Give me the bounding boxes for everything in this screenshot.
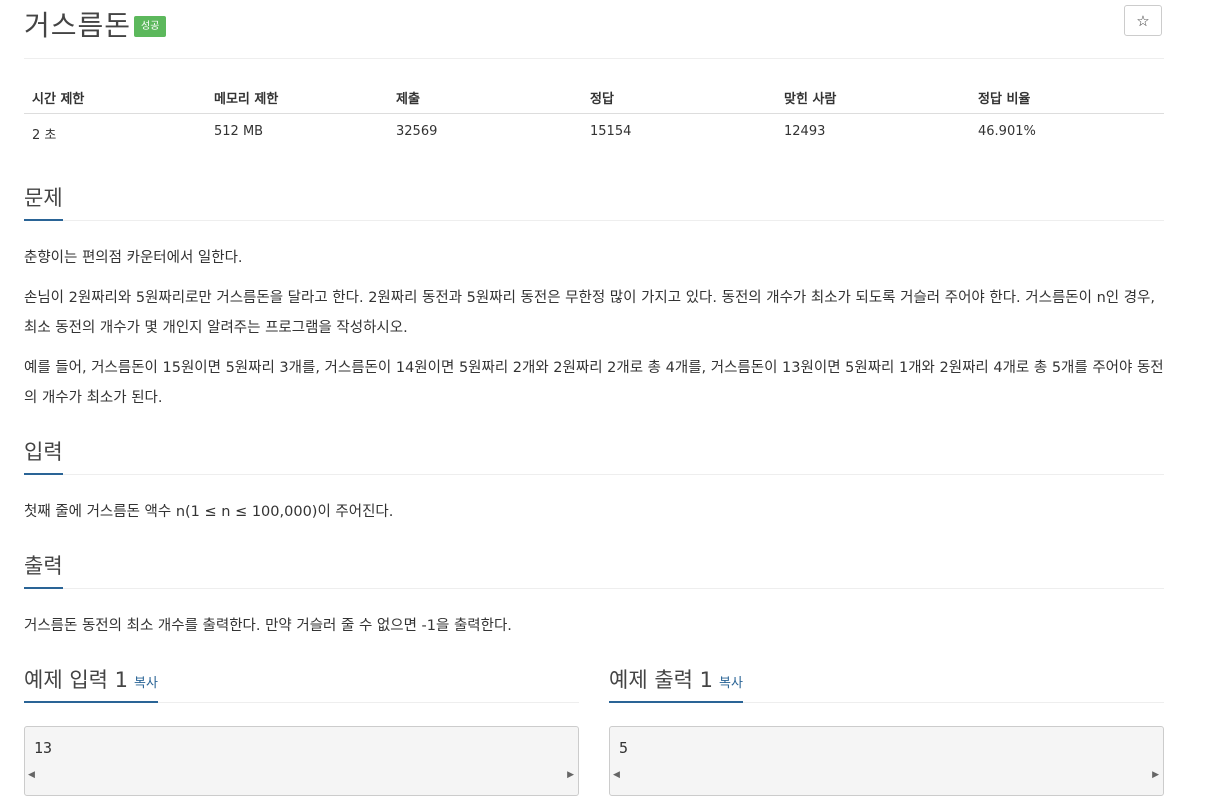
header-divider — [24, 58, 1164, 59]
value-solvers[interactable]: 12493 — [784, 124, 825, 139]
problem-title: 거스름돈 — [24, 9, 132, 42]
section-divider — [24, 220, 1164, 221]
scroll-right-arrow-icon[interactable]: ▶ — [567, 770, 574, 780]
scroll-left-arrow-icon[interactable]: ◀ — [613, 770, 620, 780]
info-data-row: 2 초 512 MB 32569 15154 12493 46.901% — [24, 114, 1164, 144]
value-accepted[interactable]: 15154 — [590, 124, 631, 139]
scroll-right-arrow-icon[interactable]: ▶ — [1152, 770, 1159, 780]
input-section-header: 입력 — [24, 436, 1164, 475]
sample-input-value: 13 — [34, 739, 53, 757]
title-row: 거스름돈 성공 ☆ — [24, 4, 1164, 44]
star-icon: ☆ — [1136, 11, 1150, 30]
section-divider — [24, 474, 1164, 475]
problem-section-title: 문제 — [24, 182, 63, 221]
section-divider — [24, 588, 1164, 589]
header-submissions: 제출 — [396, 92, 420, 107]
status-badge: 성공 — [134, 16, 167, 37]
star-button[interactable]: ☆ — [1124, 5, 1162, 36]
sample-output-title: 예제 출력 1 복사 — [609, 664, 743, 703]
sample-input-1: 예제 입력 1 복사 13 ◀ ▶ — [24, 664, 579, 796]
sample-output-box[interactable]: 5 ◀ ▶ — [609, 726, 1164, 796]
value-submissions[interactable]: 32569 — [396, 124, 437, 139]
value-time-limit: 2 초 — [32, 128, 57, 143]
header-solvers: 맞힌 사람 — [784, 92, 837, 107]
info-header-row: 시간 제한 메모리 제한 제출 정답 맞힌 사람 정답 비율 — [24, 80, 1164, 114]
value-memory-limit: 512 MB — [214, 124, 264, 139]
value-ratio: 46.901% — [978, 124, 1036, 139]
input-description: 첫째 줄에 거스름돈 액수 n(1 ≤ n ≤ 100,000)이 주어진다. — [24, 504, 394, 520]
scroll-left-arrow-icon[interactable]: ◀ — [28, 770, 35, 780]
input-section-title: 입력 — [24, 436, 63, 475]
output-description: 거스름돈 동전의 최소 개수를 출력한다. 만약 거슬러 줄 수 없으면 -1을… — [24, 618, 512, 634]
problem-info-table: 시간 제한 메모리 제한 제출 정답 맞힌 사람 정답 비율 2 초 512 M… — [24, 80, 1164, 144]
problem-paragraph: 춘향이는 편의점 카운터에서 일한다. — [24, 250, 243, 266]
output-section-title: 출력 — [24, 550, 63, 589]
problem-paragraph: 손님이 2원짜리와 5원짜리로만 거스름돈을 달라고 한다. 2원짜리 동전과 … — [24, 290, 1156, 336]
header-memory-limit: 메모리 제한 — [214, 92, 279, 107]
copy-sample-input-button[interactable]: 복사 — [134, 676, 158, 691]
problem-section-header: 문제 — [24, 182, 1164, 221]
sample-input-box[interactable]: 13 ◀ ▶ — [24, 726, 579, 796]
output-section-header: 출력 — [24, 550, 1164, 589]
header-time-limit: 시간 제한 — [32, 92, 85, 107]
sample-output-1: 예제 출력 1 복사 5 ◀ ▶ — [609, 664, 1164, 796]
header-accepted: 정답 — [590, 92, 614, 107]
header-ratio: 정답 비율 — [978, 92, 1031, 107]
problem-paragraph: 예를 들어, 거스름돈이 15원이면 5원짜리 3개를, 거스름돈이 14원이면… — [24, 360, 1164, 406]
sample-input-title: 예제 입력 1 복사 — [24, 664, 158, 703]
sample-output-value: 5 — [619, 739, 629, 757]
copy-sample-output-button[interactable]: 복사 — [719, 676, 743, 691]
